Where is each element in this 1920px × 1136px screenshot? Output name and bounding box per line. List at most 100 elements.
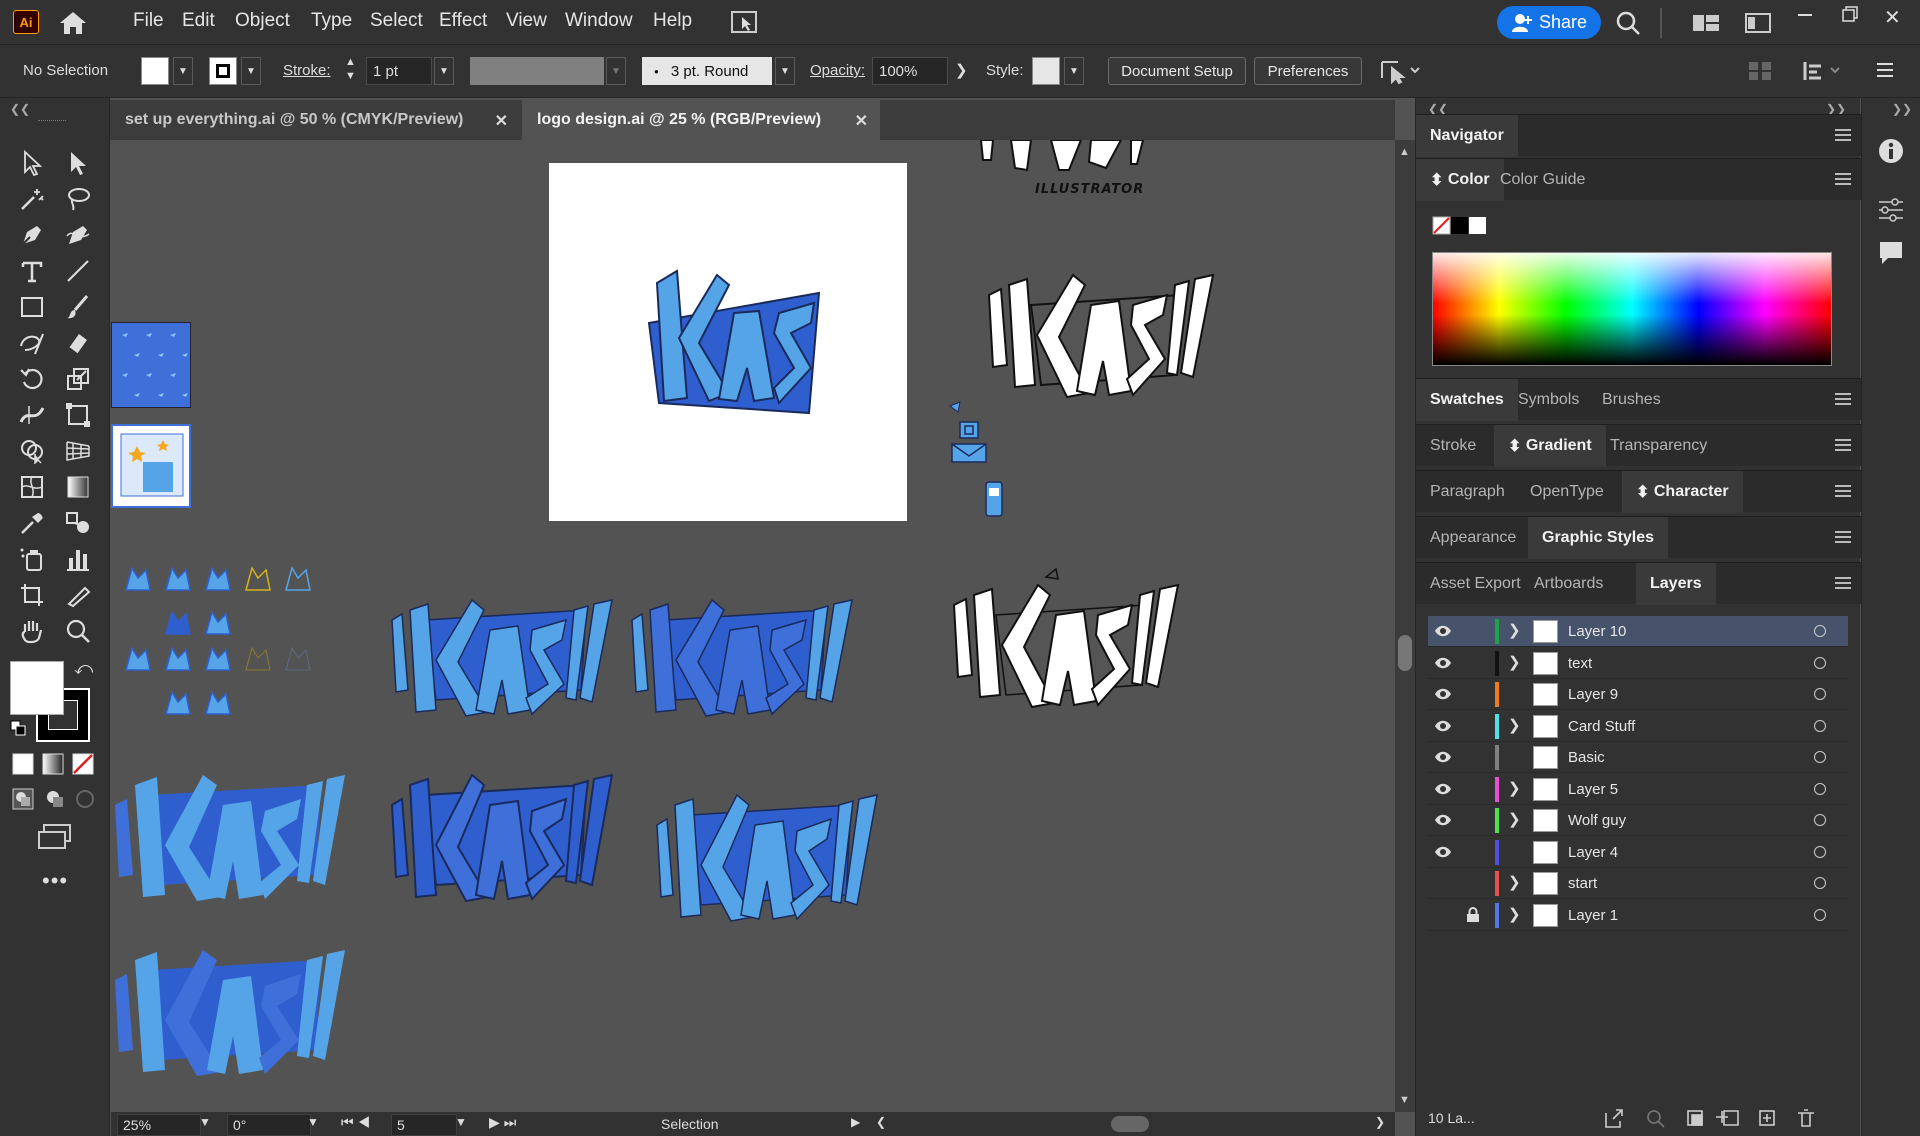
artboard-canvas[interactable]: ILLUSTRATOR [111, 140, 1395, 1112]
layer-target-circle-icon[interactable] [1814, 908, 1826, 921]
zoom-input[interactable]: 25% [117, 1114, 201, 1136]
tab-swatches[interactable]: Swatches [1416, 379, 1518, 421]
tab-graphic-styles[interactable]: Graphic Styles [1528, 517, 1669, 559]
swap-fill-stroke-icon[interactable]: ⤺ [74, 658, 93, 679]
tab-appearance[interactable]: Appearance [1416, 517, 1530, 559]
gradient-mode-icon[interactable] [42, 753, 64, 775]
panel-menu-icon[interactable] [1835, 393, 1851, 405]
line-segment-tool-icon[interactable] [60, 254, 96, 288]
home-icon[interactable] [58, 10, 88, 36]
layer-target-circle-icon[interactable] [1814, 688, 1826, 700]
panel-menu-icon[interactable] [1835, 439, 1851, 451]
layer-name[interactable]: Card Stuff [1568, 718, 1635, 735]
layer-row[interactable]: ❯ Layer 5 [1428, 774, 1848, 805]
layer-row[interactable]: ❯ text [1428, 648, 1848, 679]
expand-layer-chevron-icon[interactable]: ❯ [1508, 621, 1521, 639]
layer-name[interactable]: Layer 5 [1568, 781, 1618, 798]
arrange-documents-icon[interactable] [730, 9, 758, 35]
panel-menu-icon[interactable] [1835, 531, 1851, 543]
layer-name[interactable]: Layer 1 [1568, 907, 1618, 924]
paintbrush-tool-icon[interactable] [60, 290, 96, 324]
menu-select[interactable]: Select [370, 10, 423, 32]
visibility-toggle-empty[interactable] [1434, 908, 1452, 922]
layer-row[interactable]: ❯ start [1428, 868, 1848, 899]
artboard-dropdown-icon[interactable]: ▼ [455, 1115, 467, 1129]
layer-name[interactable]: Layer 4 [1568, 844, 1618, 861]
rotate-tool-icon[interactable] [14, 362, 50, 396]
visibility-eye-icon[interactable] [1434, 750, 1452, 764]
layer-target-circle-icon[interactable] [1814, 877, 1826, 889]
fill-swatch[interactable] [141, 57, 169, 85]
status-menu-icon[interactable]: ▶ [851, 1115, 860, 1129]
layer-target-circle-icon[interactable] [1814, 656, 1826, 669]
scroll-left-icon[interactable]: ❮ [876, 1115, 886, 1129]
eyedropper-tool-icon[interactable] [14, 506, 50, 540]
adjustments-icon[interactable] [1877, 198, 1905, 222]
panel-menu-icon[interactable] [1835, 577, 1851, 589]
panel-menu-icon[interactable] [1835, 173, 1851, 185]
type-tool-icon[interactable] [14, 254, 50, 288]
none-mode-icon[interactable] [72, 753, 94, 775]
select-similar-icon[interactable] [1378, 58, 1422, 84]
color-spectrum[interactable] [1432, 252, 1832, 366]
expand-layer-chevron-icon[interactable]: ❯ [1508, 810, 1521, 828]
blend-tool-icon[interactable] [60, 506, 96, 540]
properties-icon[interactable] [1878, 138, 1904, 164]
close-tab-icon[interactable]: ✕ [855, 111, 868, 131]
menu-effect[interactable]: Effect [439, 10, 487, 32]
color-quick-swatches[interactable] [1432, 216, 1492, 236]
scale-tool-icon[interactable] [60, 362, 96, 396]
symbol-sprayer-tool-icon[interactable] [14, 542, 50, 576]
layer-row[interactable]: Basic [1428, 742, 1848, 773]
control-menu-icon[interactable] [1876, 62, 1894, 78]
layer-name[interactable]: Layer 10 [1568, 623, 1626, 640]
fill-color-box[interactable] [10, 661, 64, 715]
preferences-button[interactable]: Preferences [1254, 57, 1362, 85]
restore-icon[interactable] [1842, 6, 1858, 22]
tab-stroke[interactable]: Stroke [1416, 425, 1490, 467]
draw-inside-icon[interactable] [74, 788, 96, 810]
direct-selection-tool-icon[interactable] [60, 146, 96, 180]
tab-transparency[interactable]: Transparency [1596, 425, 1721, 467]
minimize-icon[interactable] [1798, 14, 1812, 16]
rotation-dropdown-icon[interactable]: ▼ [307, 1115, 319, 1129]
layer-target-circle-icon[interactable] [1814, 814, 1826, 826]
visibility-eye-icon[interactable] [1434, 687, 1452, 701]
menu-type[interactable]: Type [311, 10, 352, 32]
layer-target-circle-icon[interactable] [1814, 782, 1826, 795]
slice-tool-icon[interactable] [60, 578, 96, 612]
perspective-grid-tool-icon[interactable] [60, 434, 96, 468]
eraser-tool-icon[interactable] [60, 326, 96, 360]
search-icon[interactable] [1615, 10, 1641, 36]
share-button[interactable]: Share [1497, 6, 1601, 39]
scroll-up-icon[interactable]: ▲ [1399, 146, 1410, 158]
free-transform-tool-icon[interactable] [60, 398, 96, 432]
next-last-artboard-icon[interactable]: ▶⏭ [489, 1114, 520, 1131]
artboard-tool-icon[interactable] [14, 578, 50, 612]
layer-row[interactable]: ❯ Card Stuff [1428, 711, 1848, 742]
artboard[interactable] [549, 163, 907, 521]
visibility-eye-icon[interactable] [1434, 656, 1452, 670]
fill-dropdown[interactable]: ▼ [173, 57, 193, 85]
profile-dropdown[interactable]: ▼ [606, 57, 626, 85]
expand-layer-chevron-icon[interactable]: ❯ [1508, 905, 1521, 923]
variable-width-profile[interactable] [470, 57, 604, 85]
mesh-tool-icon[interactable] [14, 470, 50, 504]
selection-tool-icon[interactable] [14, 146, 50, 180]
panel-menu-icon[interactable] [1835, 485, 1851, 497]
style-dropdown[interactable]: ▼ [1064, 57, 1084, 85]
tab-gradient[interactable]: ⬍ Gradient [1494, 425, 1606, 467]
tab-opentype[interactable]: OpenType [1516, 471, 1618, 513]
brush-definition[interactable]: ● 3 pt. Round [642, 57, 772, 85]
menu-view[interactable]: View [506, 10, 547, 32]
zoom-dropdown-icon[interactable]: ▼ [199, 1115, 211, 1129]
menu-edit[interactable]: Edit [182, 10, 215, 32]
tab-paragraph[interactable]: Paragraph [1416, 471, 1519, 513]
layer-name[interactable]: start [1568, 875, 1597, 892]
scroll-thumb[interactable] [1398, 635, 1412, 671]
workspace-layout-icon[interactable] [1692, 14, 1720, 32]
tab-color-guide[interactable]: Color Guide [1486, 159, 1599, 201]
close-tab-icon[interactable]: ✕ [495, 111, 508, 131]
draw-normal-icon[interactable] [12, 788, 34, 810]
horizontal-scroll-thumb[interactable] [1111, 1116, 1149, 1132]
